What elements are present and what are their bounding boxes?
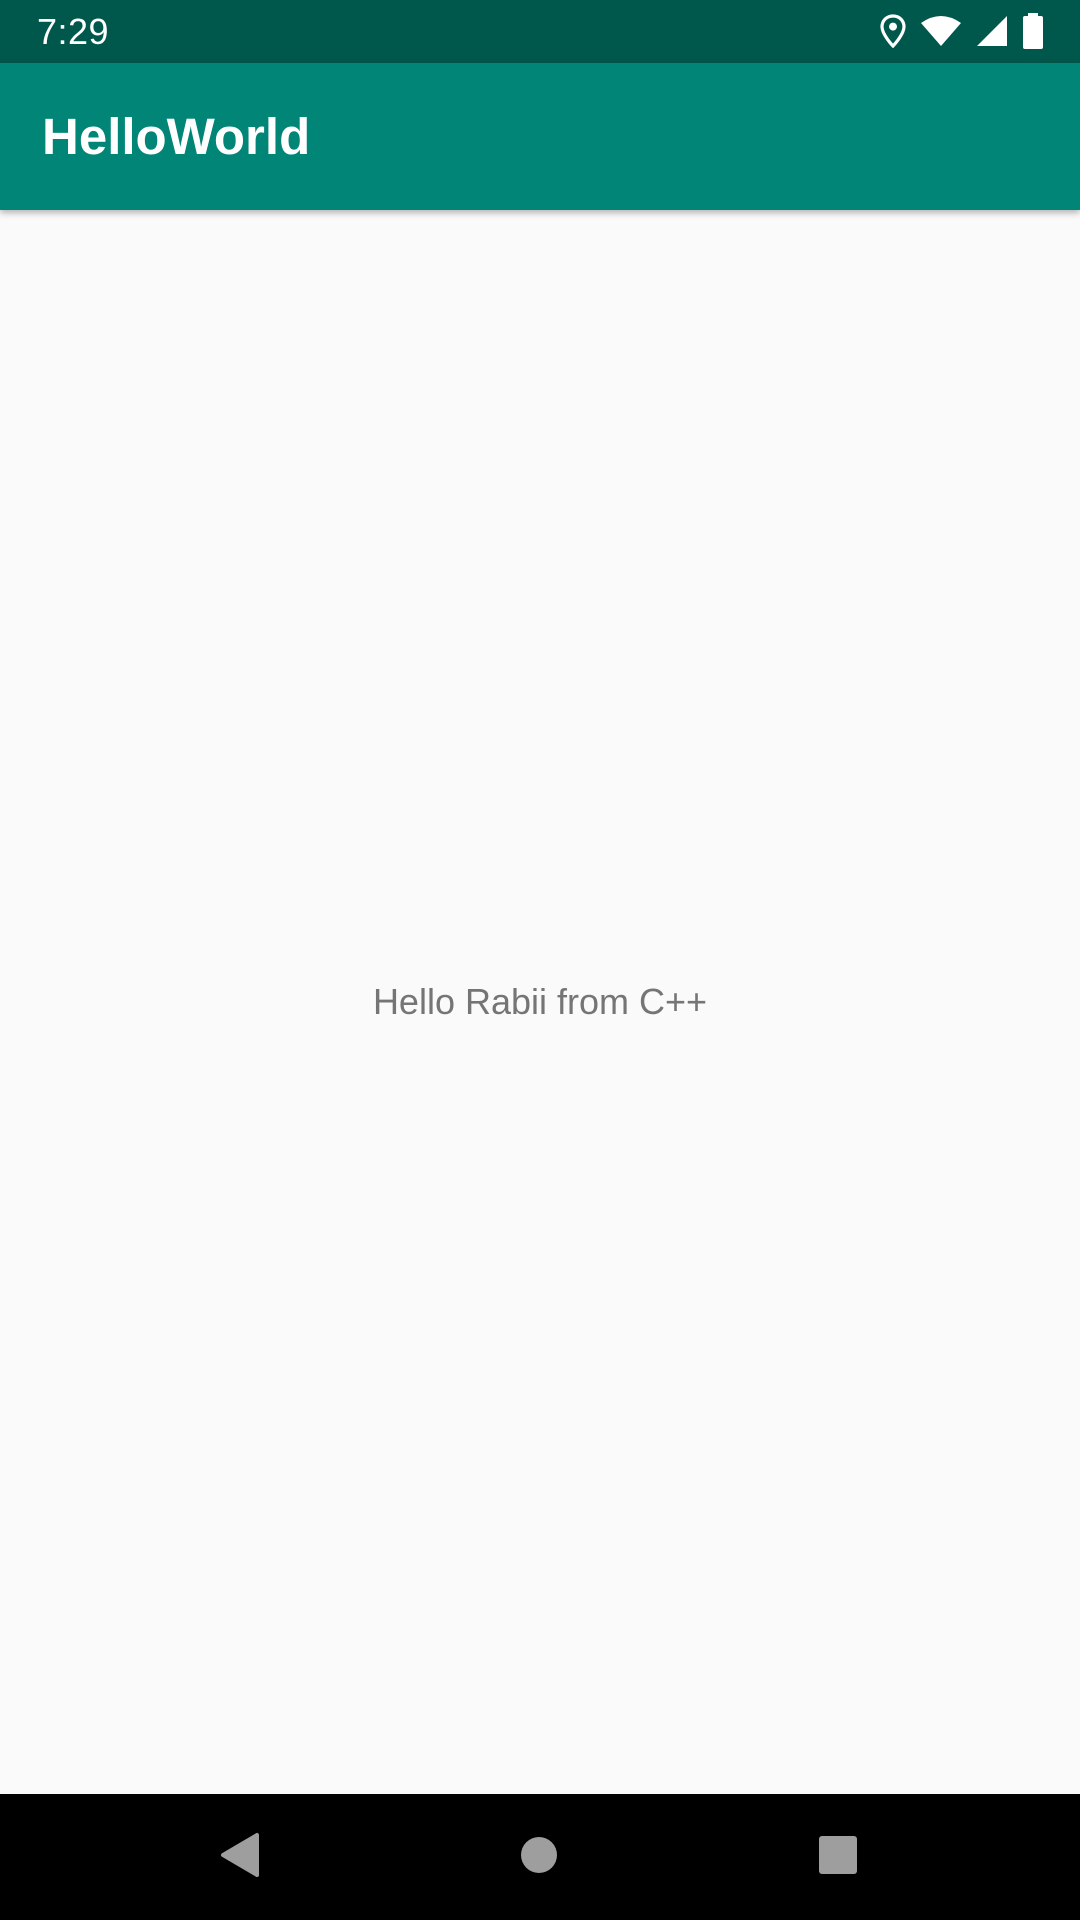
hello-message: Hello Rabii from C++ bbox=[372, 981, 708, 1022]
back-button[interactable] bbox=[203, 1821, 275, 1893]
status-time: 7:29 bbox=[37, 11, 110, 52]
cellular-signal-icon bbox=[976, 15, 1008, 47]
status-icons bbox=[880, 12, 1044, 50]
back-icon bbox=[217, 1831, 261, 1884]
status-bar: 7:29 bbox=[0, 0, 1080, 63]
app-title: HelloWorld bbox=[42, 108, 311, 165]
app-bar: HelloWorld bbox=[0, 63, 1080, 210]
location-icon bbox=[880, 14, 906, 48]
android-screen: 7:29 HelloWorld Hello Rabii from C++ bbox=[0, 0, 1080, 1920]
recents-button[interactable] bbox=[802, 1821, 874, 1893]
home-icon bbox=[519, 1835, 559, 1880]
wifi-icon bbox=[920, 15, 962, 47]
recents-icon bbox=[818, 1835, 858, 1880]
main-content: Hello Rabii from C++ bbox=[0, 210, 1080, 1794]
navigation-bar bbox=[0, 1794, 1080, 1920]
home-button[interactable] bbox=[503, 1821, 575, 1893]
battery-icon bbox=[1022, 13, 1044, 49]
